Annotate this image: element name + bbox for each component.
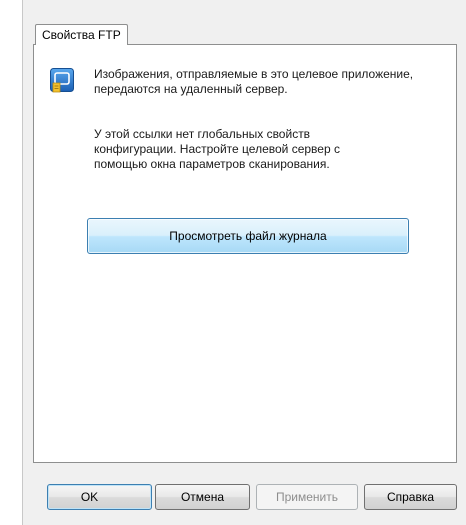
help-button[interactable]: Справка: [364, 484, 457, 510]
destination-description: Изображения, отправляемые в это целевое …: [94, 67, 414, 96]
tab-panel: Изображения, отправляемые в это целевое …: [33, 44, 457, 463]
ftp-destination-icon: [50, 68, 74, 93]
ok-button[interactable]: OK: [47, 484, 152, 510]
tab-ftp-properties[interactable]: Свойства FTP: [35, 24, 128, 45]
ftp-properties-dialog: Свойства FTP Изображения, отправляемые в…: [22, 0, 466, 525]
view-log-file-button[interactable]: Просмотреть файл журнала: [87, 218, 409, 254]
cancel-button[interactable]: Отмена: [155, 484, 250, 510]
apply-button[interactable]: Применить: [256, 484, 358, 510]
ok-button-label: OK: [80, 490, 99, 504]
configuration-note: У этой ссылки нет глобальных свойств кон…: [94, 127, 340, 171]
